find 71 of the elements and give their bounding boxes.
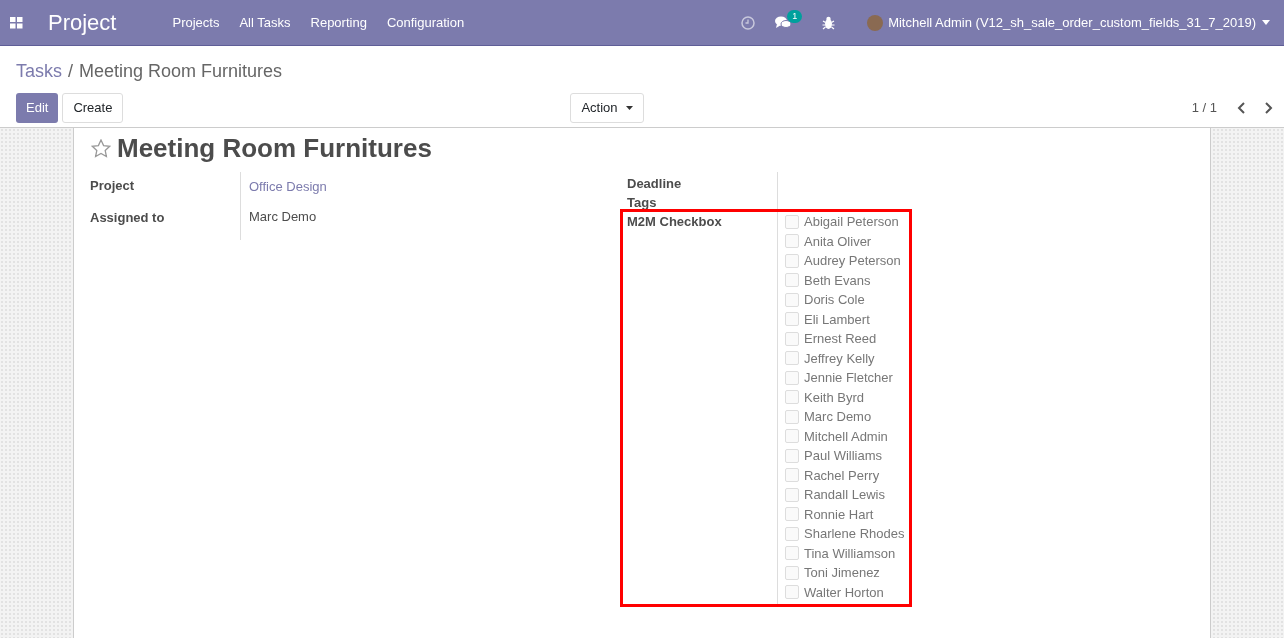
checkbox-label: Abigail Peterson [804, 213, 899, 231]
checkbox[interactable] [785, 507, 799, 522]
checkbox[interactable] [785, 448, 799, 463]
checkbox-label: Rachel Perry [804, 466, 880, 485]
checkbox-label: Keith Byrd [804, 388, 864, 407]
checkbox-label: Anita Oliver [804, 232, 872, 251]
checkbox-label: Mitchell Admin [804, 427, 888, 446]
menu-item[interactable]: Configuration [386, 12, 465, 33]
breadcrumb-link[interactable]: Tasks [16, 58, 62, 85]
checkbox-label: Paul Williams [804, 447, 882, 465]
caret-icon [625, 106, 633, 110]
message-count-badge: 1 [787, 9, 803, 23]
checkbox[interactable] [785, 214, 799, 229]
checkbox[interactable] [785, 526, 799, 541]
project-link[interactable]: Office Design [249, 177, 327, 197]
checkbox[interactable] [785, 292, 799, 307]
action-dropdown[interactable]: Action [570, 93, 644, 123]
checkbox[interactable] [785, 565, 799, 580]
menu-item[interactable]: All Tasks [239, 12, 291, 33]
checkbox[interactable] [785, 253, 799, 268]
pager-value: 1 / 1 [1191, 99, 1217, 118]
menu-item[interactable]: Projects [172, 12, 220, 33]
checkbox-label: Jeffrey Kelly [804, 349, 875, 368]
previous-icon[interactable] [1237, 102, 1245, 114]
checkbox-label: Marc Demo [804, 408, 872, 426]
checkbox[interactable] [785, 234, 799, 249]
checkbox[interactable] [785, 546, 799, 561]
next-icon[interactable] [1265, 102, 1273, 114]
checkbox-label: Jennie Fletcher [804, 369, 893, 387]
checkbox-label: Ernest Reed [804, 330, 877, 348]
checkbox-label: Tina Williamson [804, 544, 896, 563]
checkbox-label: Randall Lewis [804, 486, 885, 504]
checkbox-label: Ronnie Hart [804, 505, 874, 524]
checkbox[interactable] [785, 351, 799, 366]
field-label: Assigned to [90, 208, 166, 227]
checkbox[interactable] [785, 585, 799, 600]
field-label: Project [90, 177, 136, 195]
field-label: Tags [627, 194, 658, 212]
bug-icon[interactable] [822, 15, 836, 30]
checkbox[interactable] [785, 390, 799, 405]
checkbox[interactable] [785, 331, 799, 346]
checkbox-label: Toni Jimenez [804, 564, 880, 582]
user-avatar [867, 14, 884, 31]
edit-button[interactable]: Edit [16, 93, 59, 123]
checkbox[interactable] [785, 429, 799, 444]
menu-item[interactable]: Reporting [310, 12, 367, 33]
breadcrumb-separator: / [68, 60, 74, 83]
star-icon[interactable] [91, 138, 111, 158]
create-button[interactable]: Create [62, 93, 124, 123]
checkbox[interactable] [785, 370, 799, 385]
user-menu[interactable]: Mitchell Admin (V12_sh_sale_order_custom_fields_31_7_2019) [888, 12, 1256, 33]
task-title: Meeting Room Furnitures [117, 131, 432, 165]
checkbox[interactable] [785, 312, 799, 327]
checkbox-label: Audrey Peterson [804, 252, 901, 270]
breadcrumb-current: Meeting Room Furnitures [79, 60, 283, 83]
checkbox-label: Sharlene Rhodes [804, 525, 905, 543]
checkbox[interactable] [785, 273, 799, 288]
field-label: M2M Checkbox [627, 213, 723, 231]
apps-menu-icon[interactable] [10, 16, 23, 29]
field-label: Deadline [627, 175, 683, 193]
clock-icon[interactable] [741, 15, 756, 30]
checkbox[interactable] [785, 409, 799, 424]
app-title: Project [48, 9, 117, 37]
checkbox-label: Walter Horton [804, 583, 884, 602]
checkbox[interactable] [785, 468, 799, 483]
field-value: Marc Demo [249, 207, 318, 226]
checkbox[interactable] [785, 487, 799, 502]
checkbox-label: Eli Lambert [804, 310, 870, 329]
checkbox-label: Doris Cole [804, 291, 865, 309]
caret-icon[interactable] [1262, 20, 1270, 25]
checkbox-label: Beth Evans [804, 271, 871, 290]
